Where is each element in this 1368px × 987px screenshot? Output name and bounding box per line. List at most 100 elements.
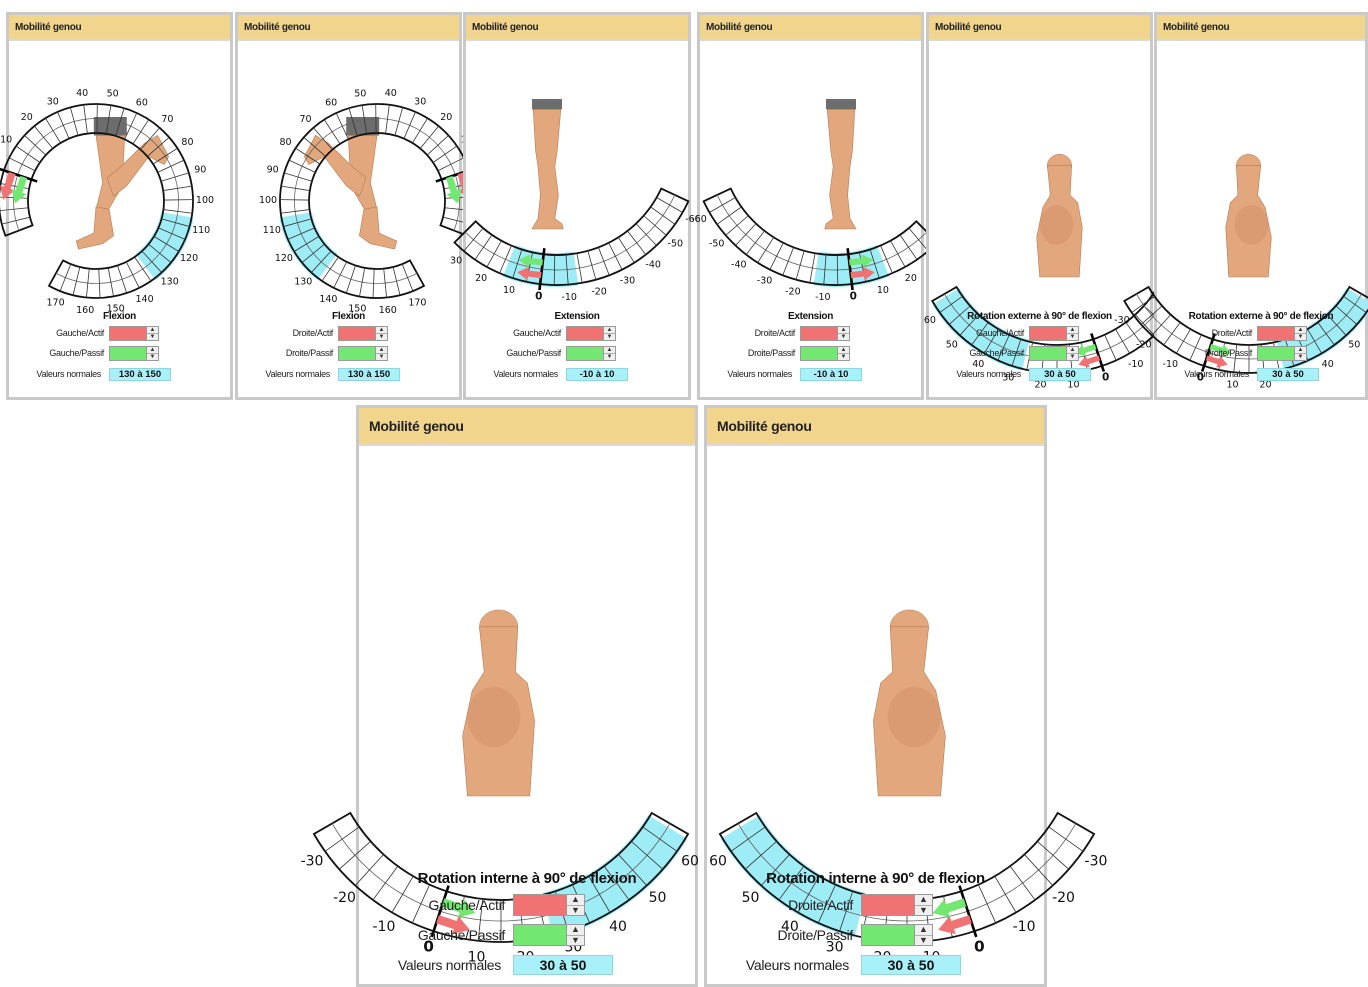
spinner-buttons: ▲ ▼ bbox=[146, 326, 158, 340]
spin-down-icon[interactable]: ▼ bbox=[376, 332, 387, 340]
passive-value-spinner[interactable]: ▲ ▼ bbox=[566, 345, 616, 361]
range-of-motion-gauge: -30-20-100102030405060 bbox=[1114, 153, 1368, 390]
tick-label: 80 bbox=[181, 137, 193, 148]
spin-down-icon[interactable]: ▼ bbox=[604, 352, 615, 360]
spin-up-icon[interactable]: ▲ bbox=[915, 925, 932, 935]
normal-values-display: 30 à 50 bbox=[1029, 367, 1091, 381]
passive-value-spinner[interactable]: ▲ ▼ bbox=[800, 345, 850, 361]
tick-label: 20 bbox=[440, 112, 452, 123]
active-value-row: Droite/Actif ▲ ▼ bbox=[700, 325, 921, 341]
active-value-label: Gauche/Actif bbox=[513, 328, 561, 338]
passive-value-label: Gauche/Passif bbox=[49, 348, 104, 358]
passive-value-row: Gauche/Passif ▲ ▼ bbox=[359, 924, 695, 946]
active-value-label: Gauche/Actif bbox=[976, 328, 1024, 338]
range-of-motion-gauge: 6050403020100-10-20-30 bbox=[924, 153, 1192, 390]
panel-internal-rotation-right: Mobilité genou6050403020100-10-20-30Rota… bbox=[704, 405, 1107, 987]
measurement-title: Flexion bbox=[332, 311, 365, 322]
tick-label: -10 bbox=[561, 292, 577, 303]
normal-values-row: Valeurs normales 30 à 50 bbox=[929, 367, 1150, 382]
passive-value-spinner[interactable]: ▲ ▼ bbox=[513, 924, 585, 946]
active-value-spinner[interactable]: ▲ ▼ bbox=[109, 325, 159, 341]
tick-label: 30 bbox=[47, 96, 59, 107]
spin-down-icon[interactable]: ▼ bbox=[1295, 332, 1306, 340]
tick-label: 130 bbox=[161, 277, 179, 288]
active-value-spinner[interactable]: ▲ ▼ bbox=[1257, 325, 1307, 341]
spin-up-icon[interactable]: ▲ bbox=[567, 895, 584, 905]
spin-down-icon[interactable]: ▼ bbox=[147, 352, 158, 360]
passive-value-spinner[interactable]: ▲ ▼ bbox=[861, 924, 933, 946]
spinner-buttons: ▲ ▼ bbox=[914, 895, 932, 915]
spin-down-icon[interactable]: ▼ bbox=[915, 904, 932, 916]
measurement-title: Extension bbox=[554, 311, 600, 322]
passive-value-row: Droite/Passif ▲ ▼ bbox=[1157, 345, 1365, 361]
active-value-row: Droite/Actif ▲ ▼ bbox=[707, 894, 1044, 916]
normal-values-display: 30 à 50 bbox=[861, 955, 961, 975]
normal-values-display: 130 à 150 bbox=[109, 367, 171, 381]
tick-label: 80 bbox=[279, 137, 291, 148]
active-value-label: Droite/Actif bbox=[292, 328, 334, 338]
active-value-spinner[interactable]: ▲ ▼ bbox=[338, 325, 388, 341]
passive-value-spinner[interactable]: ▲ ▼ bbox=[109, 345, 159, 361]
active-value-spinner[interactable]: ▲ ▼ bbox=[1029, 325, 1079, 341]
measurement-title: Flexion bbox=[103, 311, 136, 322]
normal-values-row: Valeurs normales -10 à 10 bbox=[700, 367, 921, 382]
tick-label: 10 bbox=[0, 135, 12, 146]
spin-down-icon[interactable]: ▼ bbox=[567, 904, 584, 916]
spinner-buttons: ▲ ▼ bbox=[837, 326, 849, 340]
passive-value-row: Gauche/Passif ▲ ▼ bbox=[466, 345, 688, 361]
panel-external-rotation-right: Mobilité genou-30-20-100102030405060Rota… bbox=[1114, 12, 1368, 400]
range-of-motion-gauge: -20-100102030405060708090100110120130140… bbox=[259, 88, 494, 316]
spin-down-icon[interactable]: ▼ bbox=[838, 352, 849, 360]
spin-down-icon[interactable]: ▼ bbox=[1067, 332, 1078, 340]
tick-label: 140 bbox=[319, 294, 337, 305]
normal-values-label: Valeurs normales bbox=[745, 957, 849, 973]
normal-values-display: 130 à 150 bbox=[338, 367, 400, 381]
active-value-spinner[interactable]: ▲ ▼ bbox=[861, 894, 933, 916]
normal-values-row: Valeurs normales 130 à 150 bbox=[238, 367, 459, 382]
passive-value-label: Gauche/Passif bbox=[969, 348, 1024, 358]
passive-value-spinner[interactable]: ▲ ▼ bbox=[338, 345, 388, 361]
range-of-motion-gauge: 6050403020100-10-20-30 bbox=[709, 609, 1107, 966]
active-value-spinner[interactable]: ▲ ▼ bbox=[566, 325, 616, 341]
passive-value-spinner[interactable]: ▲ ▼ bbox=[1029, 345, 1079, 361]
active-value-row: Gauche/Actif ▲ ▼ bbox=[359, 894, 695, 916]
spinner-buttons: ▲ ▼ bbox=[146, 346, 158, 360]
tick-label: 20 bbox=[905, 273, 917, 284]
spinner-buttons: ▲ ▼ bbox=[1294, 326, 1306, 340]
spin-down-icon[interactable]: ▼ bbox=[1295, 352, 1306, 360]
passive-value-label: Droite/Passif bbox=[285, 348, 333, 358]
passive-value-row: Gauche/Passif ▲ ▼ bbox=[929, 345, 1150, 361]
spin-down-icon[interactable]: ▼ bbox=[604, 332, 615, 340]
spin-down-icon[interactable]: ▼ bbox=[1067, 352, 1078, 360]
knee-foot-top-view-icon bbox=[462, 609, 535, 797]
tick-label: 90 bbox=[194, 165, 206, 176]
panel-internal-rotation-left: Mobilité genou-30-20-100102030405060Rota… bbox=[301, 405, 699, 987]
passive-value-label: Gauche/Passif bbox=[417, 927, 505, 943]
spin-up-icon[interactable]: ▲ bbox=[915, 895, 932, 905]
spin-down-icon[interactable]: ▼ bbox=[376, 352, 387, 360]
normal-values-display: -10 à 10 bbox=[800, 367, 862, 381]
tick-label: -30 bbox=[1114, 315, 1130, 326]
panel-knee-flexion-right: Mobilité genou-20-1001020304050607080901… bbox=[235, 12, 494, 400]
spin-down-icon[interactable]: ▼ bbox=[147, 332, 158, 340]
tick-label: -30 bbox=[620, 276, 636, 287]
spin-up-icon[interactable]: ▲ bbox=[567, 925, 584, 935]
tick-label: -50 bbox=[668, 239, 684, 250]
active-value-spinner[interactable]: ▲ ▼ bbox=[513, 894, 585, 916]
active-value-label: Gauche/Actif bbox=[56, 328, 104, 338]
tick-label: 50 bbox=[107, 89, 119, 100]
spin-down-icon[interactable]: ▼ bbox=[567, 934, 584, 946]
passive-value-spinner[interactable]: ▲ ▼ bbox=[1257, 345, 1307, 361]
active-value-spinner[interactable]: ▲ ▼ bbox=[800, 325, 850, 341]
spinner-buttons: ▲ ▼ bbox=[837, 346, 849, 360]
tick-label: 40 bbox=[76, 88, 88, 99]
tick-label: 10 bbox=[877, 285, 889, 296]
tick-label: 60 bbox=[136, 97, 148, 108]
spin-down-icon[interactable]: ▼ bbox=[838, 332, 849, 340]
tick-label: -50 bbox=[709, 239, 725, 250]
panel-knee-flexion-left: Mobilité genou-20-1001020304050607080901… bbox=[0, 12, 233, 400]
panel-external-rotation-left: Mobilité genou6050403020100-10-20-30Rota… bbox=[924, 12, 1192, 400]
spin-down-icon[interactable]: ▼ bbox=[915, 934, 932, 946]
tick-label: 70 bbox=[300, 114, 312, 125]
tick-label: -40 bbox=[731, 259, 747, 270]
